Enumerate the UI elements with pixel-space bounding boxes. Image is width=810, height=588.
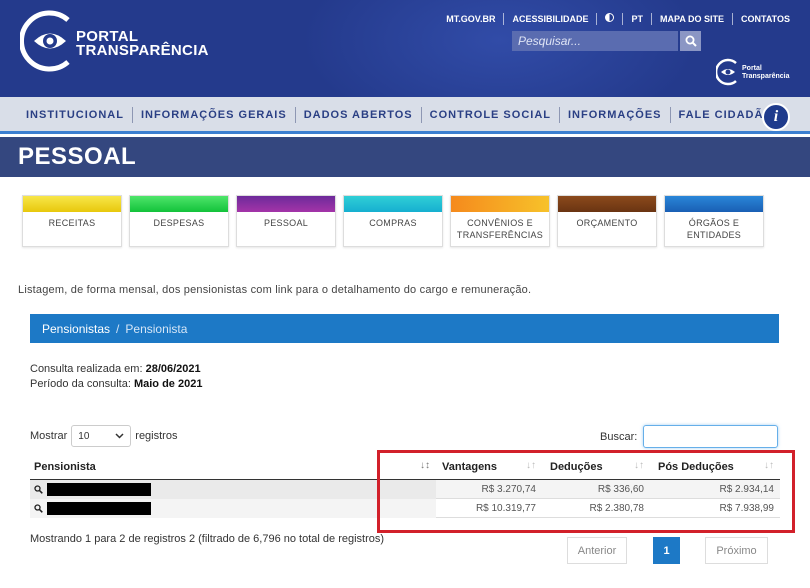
- card-label: ORÇAMENTO: [576, 218, 638, 228]
- page-description: Listagem, de forma mensal, dos pensionis…: [18, 284, 532, 296]
- next-page-button[interactable]: Próximo: [705, 537, 768, 564]
- card-label: COMPRAS: [369, 218, 417, 228]
- prev-page-button[interactable]: Anterior: [567, 537, 627, 564]
- page-length-value: 10: [78, 430, 90, 442]
- nav-controle-social[interactable]: CONTROLE SOCIAL: [420, 107, 559, 123]
- pensionista-cell[interactable]: [30, 498, 436, 518]
- link-mt-gov[interactable]: MT.GOV.BR: [438, 13, 503, 25]
- card-label: CONVÊNIOS E TRANSFERÊNCIAS: [456, 218, 544, 240]
- top-links: MT.GOV.BR ACESSIBILIDADE PT MAPA DO SITE…: [438, 13, 798, 25]
- link-accessibility[interactable]: ACESSIBILIDADE: [503, 13, 596, 25]
- site-header: PORTAL TRANSPARÊNCIA MT.GOV.BR ACESSIBIL…: [0, 0, 810, 97]
- card-orgaos[interactable]: ÓRGÃOS E ENTIDADES: [664, 195, 764, 247]
- portal-logo[interactable]: PORTAL TRANSPARÊNCIA: [18, 8, 220, 74]
- chevron-down-icon: [115, 433, 124, 439]
- page-title: PESSOAL: [18, 143, 137, 170]
- redacted-name: [47, 482, 151, 496]
- small-portal-logo: Portal Transparência: [714, 58, 796, 86]
- card-color-bar: [237, 196, 335, 212]
- small-eye-logo-icon: [714, 58, 737, 86]
- link-language[interactable]: PT: [622, 13, 651, 25]
- records-label: registros: [135, 430, 178, 442]
- card-label: RECEITAS: [48, 218, 96, 228]
- card-color-bar: [130, 196, 228, 212]
- magnifier-icon: [34, 503, 43, 513]
- card-color-bar: [344, 196, 442, 212]
- card-label: ÓRGÃOS E ENTIDADES: [686, 218, 742, 240]
- category-cards: RECEITAS DESPESAS PESSOAL COMPRAS CONVÊN…: [22, 195, 771, 247]
- site-search-button[interactable]: [680, 31, 701, 51]
- breadcrumb-parent[interactable]: Pensionistas: [42, 322, 110, 336]
- pagination-current: 1: [653, 537, 680, 564]
- nav-informacoes-gerais[interactable]: INFORMAÇÕES GERAIS: [131, 107, 295, 123]
- small-logo-text: Portal Transparência: [742, 65, 789, 81]
- magnifier-icon: [34, 484, 43, 494]
- header-pensionista-label: Pensionista: [34, 461, 96, 473]
- small-logo-line-1: Portal: [742, 65, 762, 72]
- card-label: DESPESAS: [153, 218, 205, 228]
- consult-period-value: Maio de 2021: [133, 378, 203, 390]
- pagination-next: Próximo: [705, 537, 768, 564]
- eye-logo-icon: [18, 10, 70, 72]
- breadcrumb: Pensionistas / Pensionista: [30, 314, 779, 343]
- card-despesas[interactable]: DESPESAS: [129, 195, 229, 247]
- nav-dados-abertos[interactable]: DADOS ABERTOS: [294, 107, 421, 123]
- nav-institucional[interactable]: INSTITUCIONAL: [18, 107, 132, 123]
- page-length-select[interactable]: 10: [71, 425, 132, 447]
- logo-line-2: TRANSPARÊNCIA: [76, 42, 209, 59]
- small-logo-line-2: Transparência: [742, 73, 790, 80]
- page-title-band: PESSOAL: [0, 137, 810, 177]
- card-convenios[interactable]: CONVÊNIOS E TRANSFERÊNCIAS: [450, 195, 550, 247]
- link-sitemap[interactable]: MAPA DO SITE: [650, 13, 732, 25]
- redacted-name: [47, 501, 151, 515]
- card-pessoal[interactable]: PESSOAL: [236, 195, 336, 247]
- info-button[interactable]: i: [762, 103, 790, 131]
- page-1-button[interactable]: 1: [653, 537, 680, 564]
- card-orcamento[interactable]: ORÇAMENTO: [557, 195, 657, 247]
- nav-informacoes[interactable]: INFORMAÇÕES: [559, 107, 670, 123]
- info-icon: i: [773, 108, 779, 125]
- table-search-input[interactable]: [643, 425, 779, 448]
- consult-period-label: Período da consulta:: [30, 378, 131, 390]
- card-color-bar: [558, 196, 656, 212]
- card-color-bar: [23, 196, 121, 212]
- consult-date-label: Consulta realizada em:: [30, 363, 143, 375]
- breadcrumb-separator: /: [116, 322, 120, 336]
- link-contacts[interactable]: CONTATOS: [732, 13, 798, 25]
- card-receitas[interactable]: RECEITAS: [22, 195, 122, 247]
- site-search-input[interactable]: [512, 31, 678, 51]
- card-label: PESSOAL: [263, 218, 309, 228]
- consult-date-value: 28/06/2021: [145, 363, 201, 375]
- search-label: Buscar:: [600, 430, 638, 443]
- highlight-annotation-box: [377, 450, 795, 533]
- pensionista-cell[interactable]: [30, 479, 436, 499]
- show-label: Mostrar: [30, 430, 68, 442]
- table-search: Buscar:: [600, 425, 779, 448]
- table-info: Mostrando 1 para 2 de registros 2 (filtr…: [30, 533, 385, 545]
- logo-text: PORTAL TRANSPARÊNCIA: [76, 29, 209, 59]
- card-color-bar: [451, 196, 549, 212]
- main-nav: INSTITUCIONAL INFORMAÇÕES GERAIS DADOS A…: [0, 97, 810, 134]
- card-color-bar: [665, 196, 763, 212]
- consult-info: Consulta realizada em: 28/06/2021 Períod…: [30, 362, 202, 392]
- card-compras[interactable]: COMPRAS: [343, 195, 443, 247]
- breadcrumb-current: Pensionista: [125, 322, 188, 336]
- pagination: Anterior: [567, 537, 627, 564]
- contrast-icon: [605, 13, 615, 22]
- contrast-toggle[interactable]: [596, 13, 622, 25]
- header-pensionista[interactable]: Pensionista ↓↕: [30, 455, 436, 479]
- search-icon: [685, 35, 697, 47]
- page-length-control: Mostrar 10 registros: [30, 425, 177, 447]
